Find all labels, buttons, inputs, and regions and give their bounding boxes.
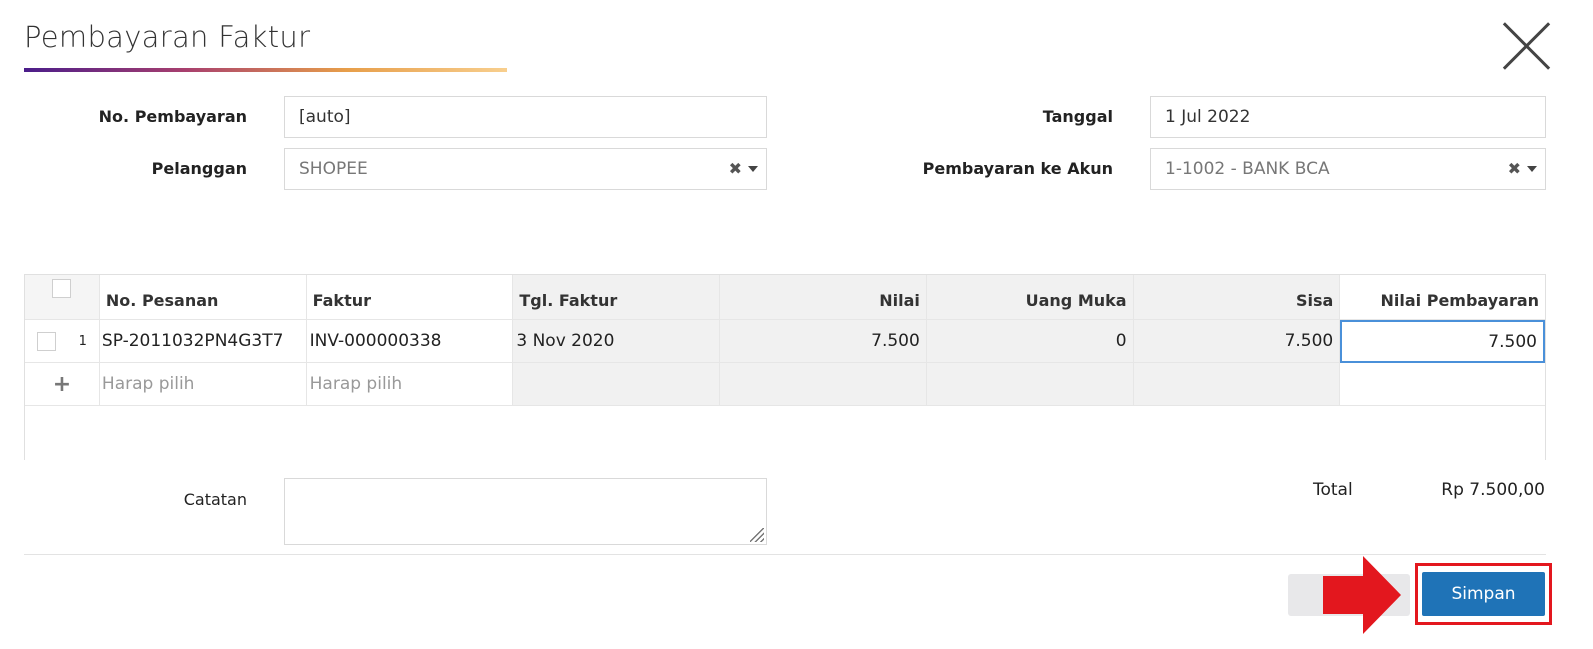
table-row[interactable]: 1 SP-2011032PN4G3T7 INV-000000338 3 Nov …	[25, 320, 1545, 363]
select-all-cell	[25, 275, 100, 320]
select-all-checkbox[interactable]	[52, 279, 72, 298]
order-no-placeholder[interactable]: Harap pilih	[99, 363, 307, 406]
customer-label: Pelanggan	[151, 159, 247, 178]
down-payment-cell: 0	[926, 320, 1134, 363]
invoice-date-cell: 3 Nov 2020	[513, 320, 721, 363]
header-down-payment[interactable]: Uang Muka	[926, 275, 1134, 320]
amount-cell: 7.500	[720, 320, 927, 363]
total-label: Total	[1313, 480, 1353, 500]
resize-handle-icon[interactable]	[750, 528, 764, 542]
order-no-cell[interactable]: SP-2011032PN4G3T7	[99, 320, 307, 363]
total-value: Rp 7.500,00	[1441, 480, 1545, 500]
add-row-cell: +	[25, 363, 100, 406]
row-number: 1	[78, 333, 87, 349]
clear-icon[interactable]: ✖	[729, 161, 742, 177]
close-icon[interactable]	[1500, 20, 1552, 72]
notes-label: Catatan	[183, 490, 247, 509]
empty-cell	[720, 363, 927, 406]
date-field[interactable]: 1 Jul 2022	[1150, 96, 1546, 138]
empty-cell	[1340, 363, 1546, 406]
header-amount[interactable]: Nilai	[720, 275, 927, 320]
arrow-right-icon	[1323, 556, 1401, 634]
date-value: 1 Jul 2022	[1165, 107, 1251, 127]
chevron-down-icon[interactable]	[748, 166, 758, 172]
dialog-title: Pembayaran Faktur	[24, 20, 311, 54]
header-invoice[interactable]: Faktur	[306, 275, 514, 320]
empty-cell	[926, 363, 1134, 406]
table-header: No. Pesanan Faktur Tgl. Faktur Nilai Uan…	[25, 275, 1546, 320]
empty-cell	[513, 363, 721, 406]
invoice-cell[interactable]: INV-000000338	[306, 320, 514, 363]
remaining-cell: 7.500	[1133, 320, 1341, 363]
invoice-placeholder[interactable]: Harap pilih	[306, 363, 514, 406]
header-order-no[interactable]: No. Pesanan	[99, 275, 307, 320]
row-select-cell: 1	[25, 320, 100, 363]
payment-no-field[interactable]: [auto]	[284, 96, 767, 138]
payment-no-value: [auto]	[299, 107, 351, 127]
footer-divider	[24, 554, 1546, 555]
save-button[interactable]: Simpan	[1422, 572, 1545, 616]
chevron-down-icon[interactable]	[1527, 166, 1537, 172]
payment-amount-cell[interactable]: 7.500	[1340, 320, 1545, 363]
invoice-table: No. Pesanan Faktur Tgl. Faktur Nilai Uan…	[24, 274, 1546, 460]
account-value: 1-1002 - BANK BCA	[1165, 159, 1330, 179]
account-select[interactable]: 1-1002 - BANK BCA ✖	[1150, 148, 1546, 190]
customer-select[interactable]: SHOPEE ✖	[284, 148, 767, 190]
new-row[interactable]: + Harap pilih Harap pilih	[25, 363, 1546, 406]
row-checkbox[interactable]	[37, 331, 56, 351]
account-label: Pembayaran ke Akun	[922, 159, 1113, 178]
notes-textarea[interactable]	[284, 478, 767, 545]
header-remaining[interactable]: Sisa	[1133, 275, 1341, 320]
header-payment-amount[interactable]: Nilai Pembayaran	[1340, 275, 1546, 320]
plus-icon[interactable]: +	[53, 372, 71, 397]
title-underline	[24, 68, 507, 72]
clear-icon[interactable]: ✖	[1508, 161, 1521, 177]
payment-no-label: No. Pembayaran	[98, 107, 247, 126]
date-label: Tanggal	[1042, 107, 1113, 126]
customer-value: SHOPEE	[299, 159, 368, 179]
header-invoice-date[interactable]: Tgl. Faktur	[513, 275, 721, 320]
empty-cell	[1133, 363, 1341, 406]
